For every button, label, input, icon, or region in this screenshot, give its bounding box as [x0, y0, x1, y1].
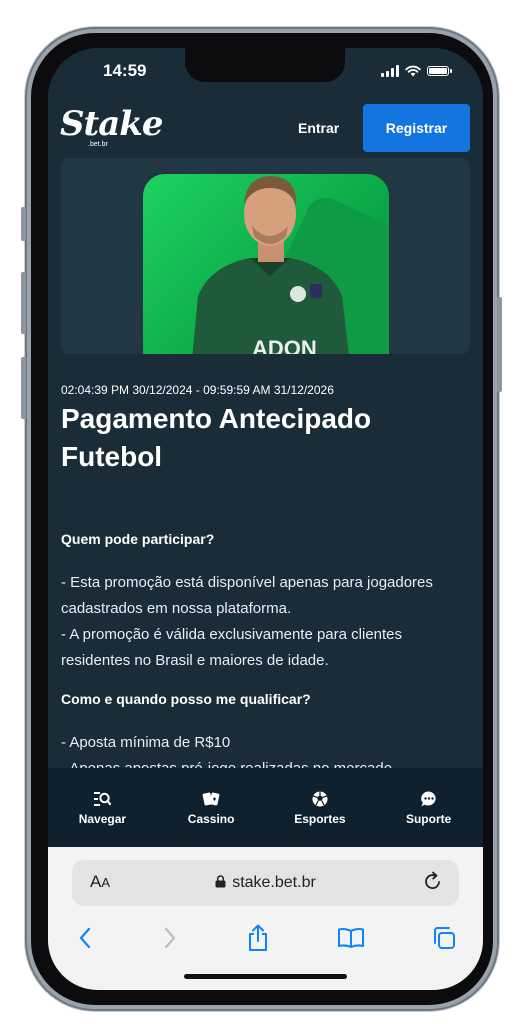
power-button	[497, 297, 502, 392]
url-display[interactable]: stake.bet.br	[72, 874, 459, 892]
address-bar[interactable]: AA stake.bet.br	[72, 860, 459, 906]
status-icons	[381, 65, 452, 77]
nav-label: Suporte	[405, 811, 452, 826]
nav-label: Cassino	[187, 811, 235, 826]
browse-icon	[94, 791, 112, 806]
tabs-icon	[434, 927, 455, 949]
cards-icon	[202, 792, 220, 805]
battery-icon	[427, 66, 452, 76]
nav-label: Esportes	[294, 811, 346, 826]
ball-icon	[312, 791, 328, 806]
nav-label: Navegar	[78, 811, 127, 826]
url-text: stake.bet.br	[232, 874, 316, 891]
promo-banner: ADON	[61, 158, 470, 354]
paragraph-line: - Aposta mínima de R$10	[61, 734, 231, 751]
reload-icon[interactable]	[423, 871, 443, 891]
safari-toolbar: AA stake.bet.br	[48, 847, 483, 990]
paragraph-line: - A promoção é válida exclusivamente par…	[61, 626, 403, 669]
chat-icon	[420, 790, 436, 806]
section-heading-eligibility: Quem pode participar?	[61, 531, 215, 547]
paragraph-line: - Esta promoção está disponível apenas p…	[61, 574, 433, 617]
notch	[185, 48, 345, 82]
share-icon	[249, 924, 267, 951]
page-content[interactable]: ADON 02:04:39 PM 30/12/2024 - 09:59:59 A…	[48, 158, 483, 818]
logo-domain: .bet.br	[88, 141, 108, 148]
login-button[interactable]: Entrar	[298, 120, 339, 136]
chevron-left-icon	[79, 927, 91, 949]
site-header: Stake .bet.br Entrar Registrar	[48, 100, 483, 158]
nav-browse[interactable]: Navegar	[57, 790, 147, 826]
nav-casino[interactable]: Cassino	[166, 790, 256, 826]
register-button[interactable]: Registrar	[363, 104, 470, 152]
wifi-icon	[405, 65, 421, 77]
promo-dates: 02:04:39 PM 30/12/2024 - 09:59:59 AM 31/…	[61, 383, 334, 397]
lock-icon	[215, 875, 226, 888]
status-time: 14:59	[103, 61, 147, 80]
phone-screen: 14:59 Stake .bet.br Entrar Registrar ADO…	[48, 48, 483, 990]
nav-sports[interactable]: Esportes	[275, 790, 365, 826]
promo-title: Pagamento Antecipado Futebol	[61, 403, 372, 472]
share-button[interactable]	[241, 923, 275, 953]
chevron-right-icon	[164, 927, 176, 949]
bottom-nav: Navegar Cassino Esportes Suporte	[48, 768, 483, 847]
book-icon	[338, 928, 364, 948]
section-heading-qualify: Como e quando posso me qualificar?	[61, 691, 311, 707]
volume-down-button	[21, 357, 26, 419]
player-image: ADON	[192, 176, 349, 354]
back-button[interactable]	[68, 923, 102, 953]
volume-up-button	[21, 272, 26, 334]
home-indicator[interactable]	[184, 974, 347, 979]
promo-banner-card: ADON	[143, 174, 389, 354]
bookmarks-button[interactable]	[334, 923, 368, 953]
svg-text:ADON: ADON	[252, 336, 317, 354]
stake-logo[interactable]: Stake	[60, 104, 163, 144]
mute-switch	[21, 207, 26, 241]
forward-button[interactable]	[153, 923, 187, 953]
nav-support[interactable]: Suporte	[384, 790, 474, 826]
signal-icon	[381, 65, 399, 77]
tabs-button[interactable]	[427, 923, 461, 953]
